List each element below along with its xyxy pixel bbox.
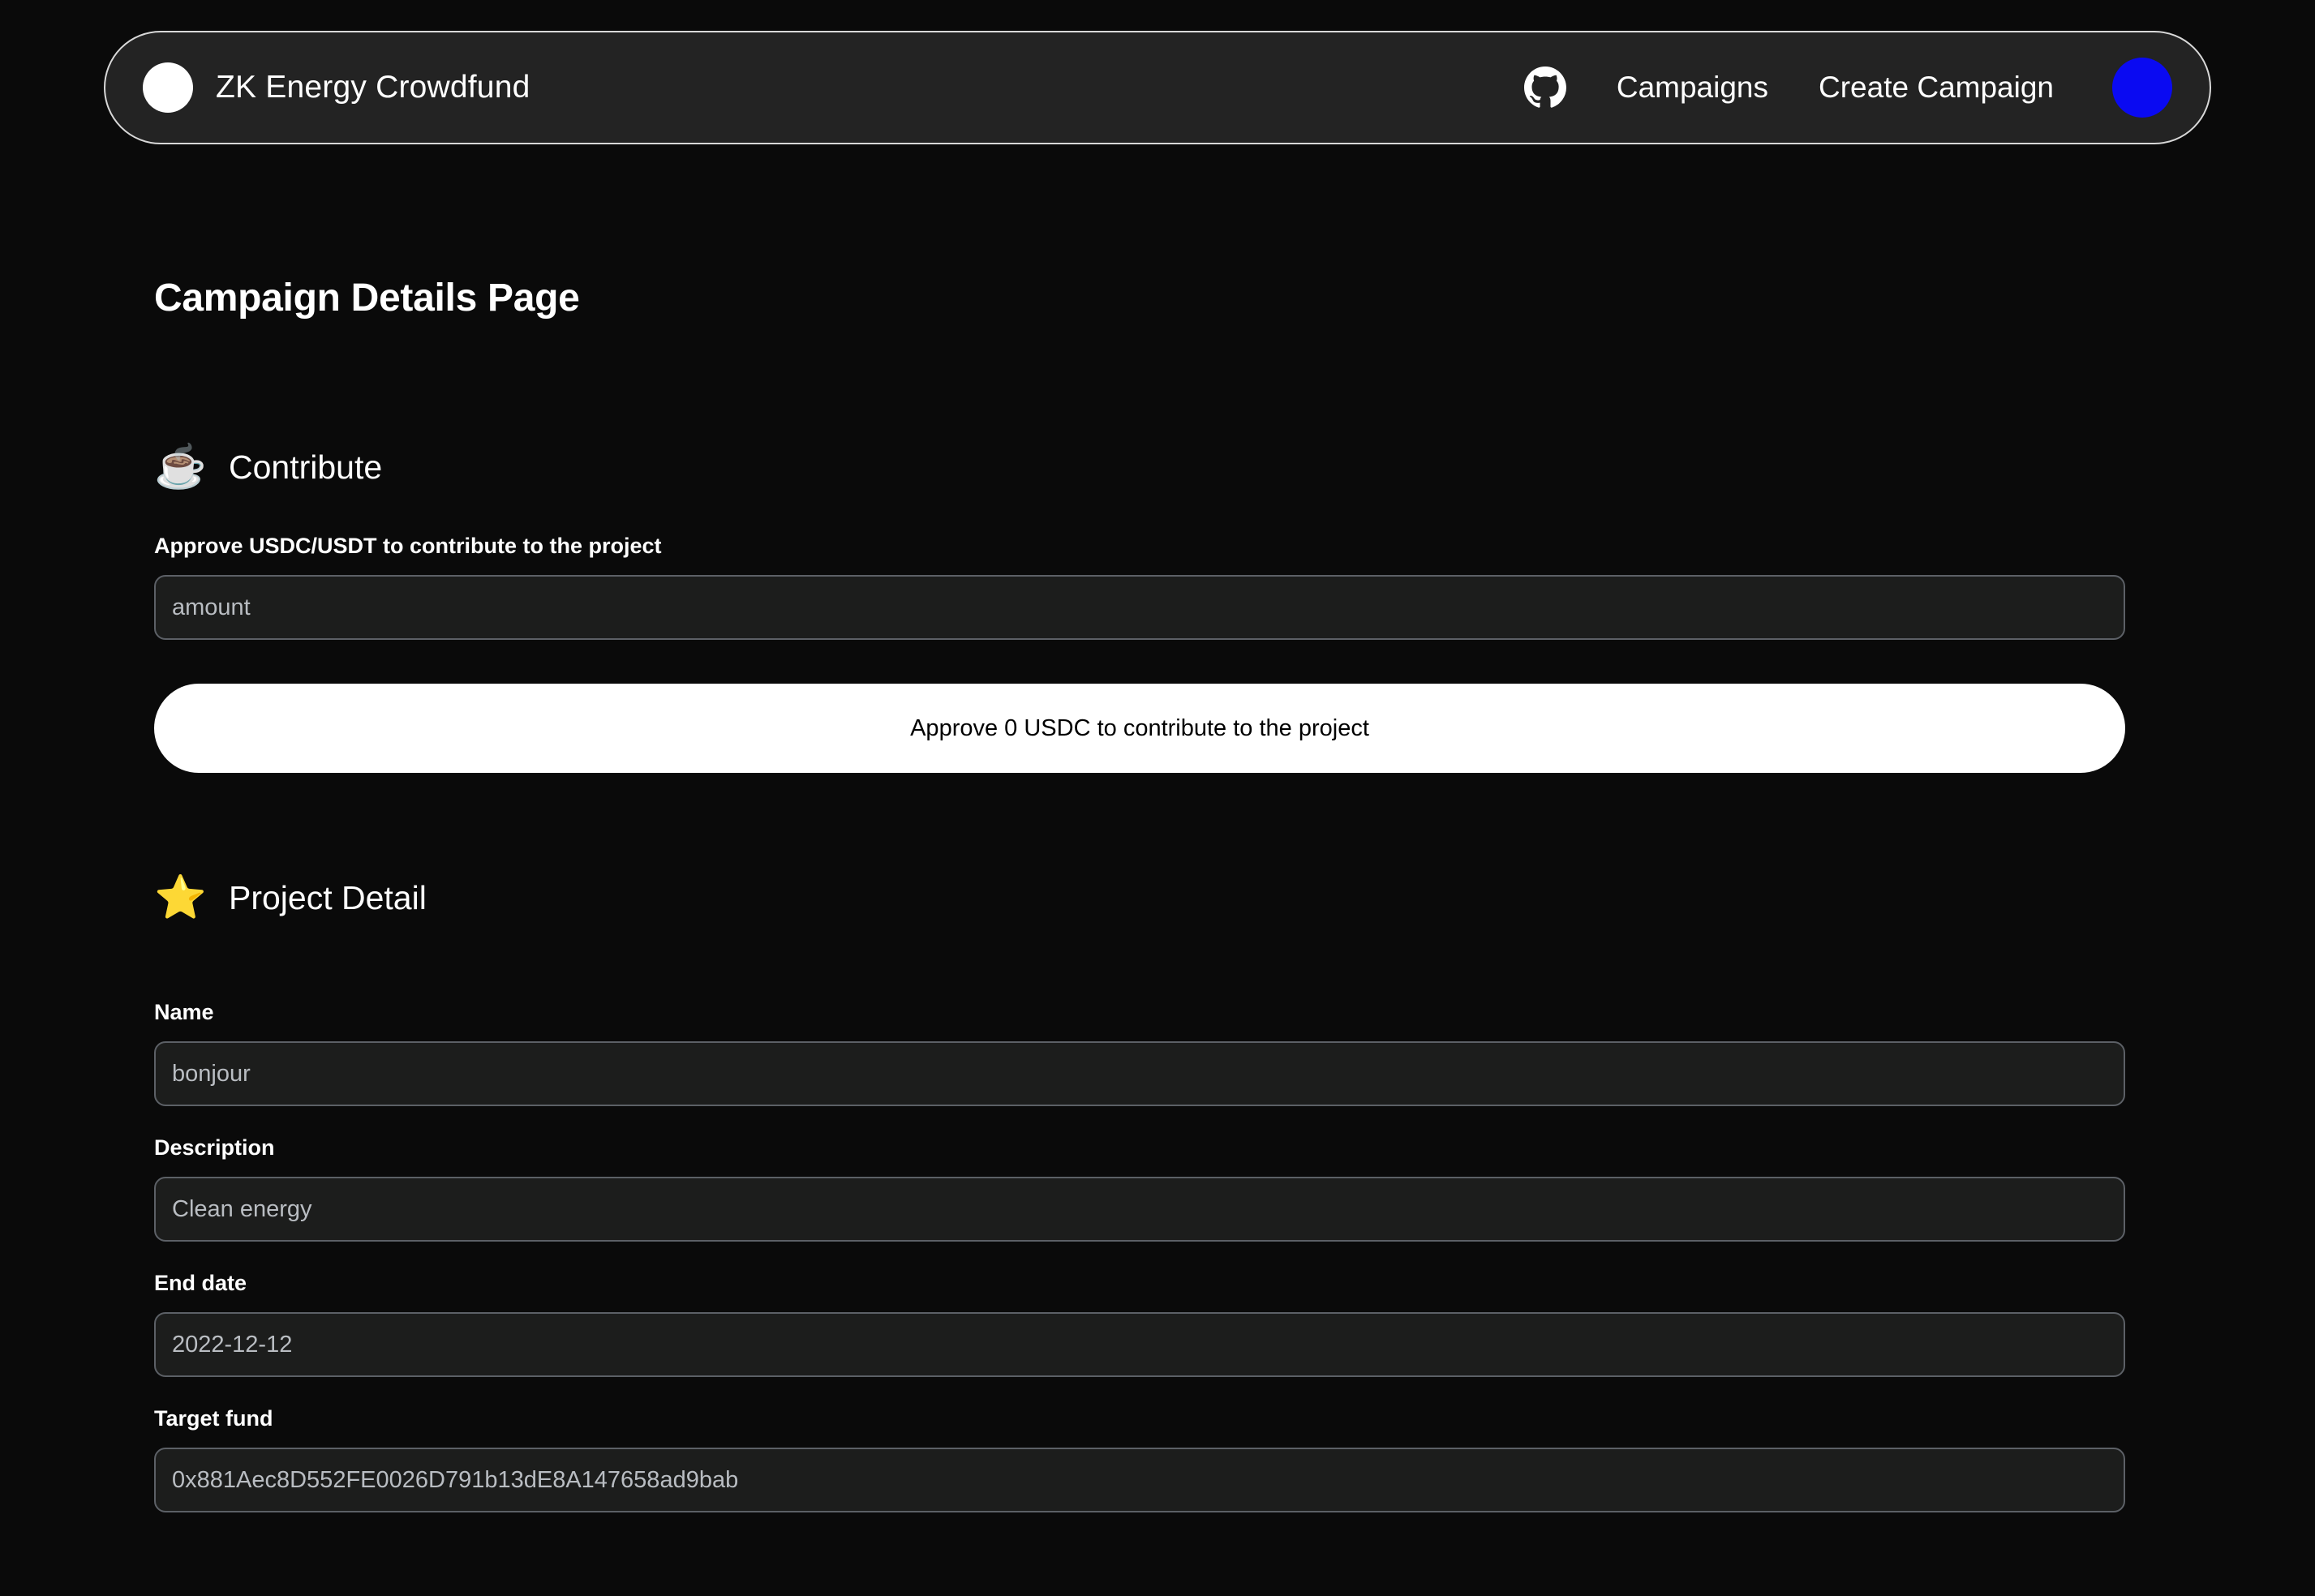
detail-spacer (154, 964, 2125, 1000)
approve-label: Approve USDC/USDT to contribute to the p… (154, 534, 662, 558)
nav-link-campaigns[interactable]: Campaigns (1617, 71, 1768, 105)
end-date-field-group: End date (154, 1271, 2125, 1377)
target-fund-label: Target fund (154, 1406, 273, 1431)
target-fund-input[interactable] (154, 1448, 2125, 1512)
name-label: Name (154, 1000, 214, 1024)
amount-input[interactable] (154, 575, 2125, 640)
description-input[interactable] (154, 1177, 2125, 1242)
approve-usdc-button[interactable]: Approve 0 USDC to contribute to the proj… (154, 684, 2125, 773)
brand-logo-icon (143, 62, 193, 113)
contribute-section-header: ☕ Contribute (154, 446, 2125, 488)
project-detail-section-header: ⭐ Project Detail (154, 877, 2125, 919)
end-date-label: End date (154, 1271, 247, 1295)
avatar[interactable] (2112, 58, 2172, 118)
description-field-group: Description (154, 1135, 2125, 1242)
navbar-actions: Campaigns Create Campaign (1523, 58, 2172, 118)
target-fund-field-group: Target fund (154, 1406, 2125, 1512)
navbar: ZK Energy Crowdfund Campaigns Create Cam… (104, 31, 2211, 144)
contribute-section-title: Contribute (229, 448, 383, 486)
page-title: Campaign Details Page (154, 277, 580, 320)
brand[interactable]: ZK Energy Crowdfund (143, 62, 530, 113)
brand-title: ZK Energy Crowdfund (216, 70, 530, 105)
end-date-input[interactable] (154, 1312, 2125, 1377)
name-input[interactable] (154, 1041, 2125, 1106)
approve-field-group: Approve USDC/USDT to contribute to the p… (154, 534, 2125, 640)
project-detail-section-title: Project Detail (229, 878, 427, 916)
name-field-group: Name (154, 1000, 2125, 1106)
description-label: Description (154, 1135, 275, 1160)
nav-link-create-campaign[interactable]: Create Campaign (1819, 71, 2054, 105)
main-content: Campaign Details Page ☕ Contribute Appro… (154, 276, 2125, 1542)
github-icon[interactable] (1523, 66, 1566, 109)
coffee-cup-icon: ☕ (154, 444, 207, 491)
star-icon: ⭐ (154, 874, 207, 921)
